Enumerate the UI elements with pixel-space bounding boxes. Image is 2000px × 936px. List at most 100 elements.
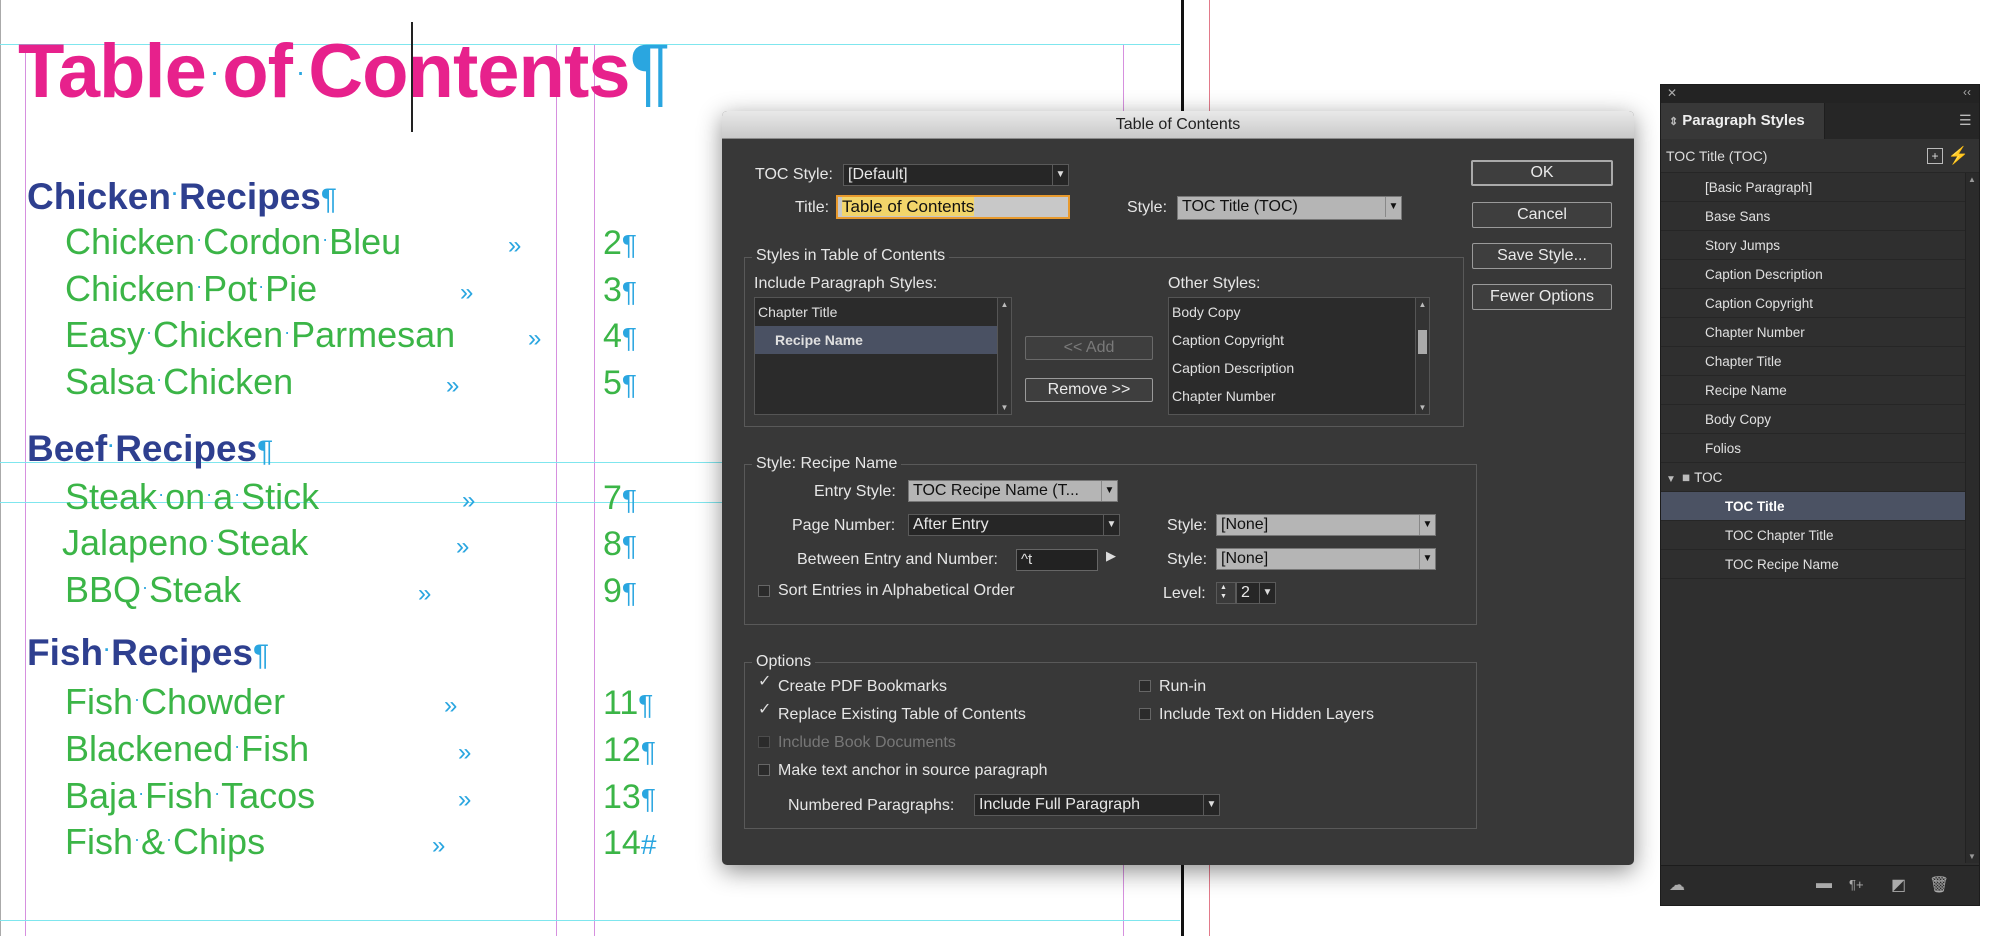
cloud-library-icon[interactable]: ☁ — [1669, 875, 1685, 895]
other-list-scrollbar[interactable]: ▲ ▼ — [1415, 298, 1429, 414]
include-hidden-layers-label[interactable]: Include Text on Hidden Layers — [1159, 706, 1374, 724]
toc-style-select[interactable]: [Default] ▼ — [843, 164, 1069, 186]
include-style-item[interactable]: Recipe Name — [755, 326, 1011, 354]
clear-overrides-icon[interactable]: ¶+ — [1849, 877, 1864, 892]
style-list-item[interactable]: TOC Recipe Name — [1661, 550, 1979, 579]
recipe-entry[interactable]: Salsa·Chicken — [65, 364, 293, 400]
replace-existing-label[interactable]: Replace Existing Table of Contents — [778, 706, 1026, 724]
recipe-entry[interactable]: Fish·Chowder — [65, 684, 285, 720]
page-number-style-select[interactable]: [None] ▼ — [1216, 514, 1436, 536]
make-text-anchor-label[interactable]: Make text anchor in source paragraph — [778, 762, 1047, 780]
page-number-select[interactable]: After Entry ▼ — [908, 514, 1120, 536]
other-style-item[interactable]: Body Copy — [1169, 298, 1429, 326]
fewer-options-button[interactable]: Fewer Options — [1472, 284, 1612, 310]
style-list-item[interactable]: Caption Copyright — [1661, 289, 1979, 318]
style-list-item[interactable]: [Basic Paragraph] — [1661, 173, 1979, 202]
scroll-down-icon[interactable]: ▼ — [1968, 852, 1976, 861]
ok-button[interactable]: OK — [1471, 160, 1613, 186]
scroll-up-icon[interactable]: ▲ — [1968, 175, 1976, 184]
add-button[interactable]: << Add — [1025, 336, 1153, 360]
panel-scrollbar[interactable]: ▲ ▼ — [1965, 173, 1979, 863]
level-stepper[interactable]: ▲ ▼ — [1216, 582, 1236, 604]
scroll-up-icon[interactable]: ▲ — [998, 300, 1011, 309]
other-style-item[interactable]: Chapter Number — [1169, 382, 1429, 410]
entry-style-select[interactable]: TOC Recipe Name (T... ▼ — [908, 480, 1118, 502]
scroll-up-icon[interactable]: ▲ — [1416, 300, 1429, 309]
style-group-toc[interactable]: ▼ ■ TOC — [1661, 463, 1979, 492]
title-style-select[interactable]: TOC Title (TOC) ▼ — [1177, 196, 1402, 220]
recipe-entry[interactable]: Fish·&·Chips — [65, 824, 265, 860]
sort-alpha-label[interactable]: Sort Entries in Alphabetical Order — [778, 582, 1015, 600]
cancel-button[interactable]: Cancel — [1472, 202, 1612, 228]
include-book-documents-checkbox[interactable] — [758, 736, 770, 748]
recipe-entry[interactable]: Baja·Fish·Tacos — [65, 778, 315, 814]
create-pdf-bookmarks-checkbox[interactable]: ✓ — [758, 674, 771, 690]
page-number[interactable]: 7¶ — [603, 481, 637, 515]
style-list-item[interactable]: Story Jumps — [1661, 231, 1979, 260]
level-select[interactable]: 2 ▼ — [1236, 582, 1276, 604]
between-input[interactable]: ^t — [1016, 549, 1098, 571]
style-list-item[interactable]: Folios — [1661, 434, 1979, 463]
section-heading[interactable]: Fish·Recipes¶ — [27, 634, 269, 671]
style-list-item[interactable]: Caption Description — [1661, 260, 1979, 289]
dialog-title[interactable]: Table of Contents — [722, 111, 1634, 139]
other-style-item[interactable]: Caption Description — [1169, 354, 1429, 382]
style-list-item[interactable]: Chapter Number — [1661, 318, 1979, 347]
close-icon[interactable]: ✕ — [1667, 86, 1677, 100]
special-char-arrow-icon[interactable]: ▶ — [1106, 548, 1116, 564]
recipe-entry[interactable]: Steak·on·a·Stick — [65, 479, 319, 515]
include-styles-list[interactable]: Chapter Title Recipe Name ▲ ▼ — [754, 297, 1012, 415]
make-text-anchor-checkbox[interactable] — [758, 764, 770, 776]
recipe-entry[interactable]: Blackened·Fish — [65, 731, 309, 767]
recipe-entry[interactable]: Chicken·Pot·Pie — [65, 271, 317, 307]
recipe-entry[interactable]: Jalapeno·Steak — [62, 525, 308, 561]
style-list-item[interactable]: Base Sans — [1661, 202, 1979, 231]
page-number[interactable]: 2¶ — [603, 226, 637, 260]
scroll-down-icon[interactable]: ▼ — [998, 403, 1011, 412]
section-heading[interactable]: Chicken·Recipes¶ — [27, 178, 337, 215]
remove-button[interactable]: Remove >> — [1025, 378, 1153, 402]
document-title[interactable]: Table ·of ·Contents¶ — [18, 34, 670, 110]
page-number[interactable]: 8¶ — [603, 527, 637, 561]
style-list-item[interactable]: Recipe Name — [1661, 376, 1979, 405]
run-in-checkbox[interactable] — [1139, 680, 1151, 692]
save-style-button[interactable]: Save Style... — [1472, 243, 1612, 269]
new-style-icon[interactable]: ◩ — [1891, 875, 1906, 895]
between-style-select[interactable]: [None] ▼ — [1216, 548, 1436, 570]
page-number[interactable]: 3¶ — [603, 273, 637, 307]
collapse-icon[interactable]: ‹‹ — [1963, 85, 1971, 99]
create-pdf-bookmarks-label[interactable]: Create PDF Bookmarks — [778, 678, 947, 696]
style-list-item[interactable]: Chapter Title — [1661, 347, 1979, 376]
include-hidden-layers-checkbox[interactable] — [1139, 708, 1151, 720]
lightning-icon[interactable]: ⚡ — [1948, 139, 1969, 173]
run-in-label[interactable]: Run-in — [1159, 678, 1206, 696]
page-number[interactable]: 14# — [603, 826, 656, 860]
numbered-paragraphs-select[interactable]: Include Full Paragraph ▼ — [974, 794, 1220, 816]
disclosure-triangle-icon[interactable]: ▼ — [1666, 474, 1676, 485]
other-style-item[interactable]: Caption Copyright — [1169, 326, 1429, 354]
replace-existing-checkbox[interactable]: ✓ — [758, 702, 771, 718]
panel-menu-icon[interactable]: ☰ — [1959, 113, 1973, 127]
page-number[interactable]: 5¶ — [603, 366, 637, 400]
create-style-from-selection-icon[interactable]: + — [1927, 148, 1943, 164]
recipe-entry[interactable]: BBQ·Steak — [65, 572, 241, 608]
include-style-item[interactable]: Chapter Title — [755, 298, 1011, 326]
recipe-entry[interactable]: Easy·Chicken·Parmesan — [65, 317, 455, 353]
scrollbar-thumb[interactable] — [1418, 330, 1427, 354]
title-input[interactable]: Table of Contents — [836, 195, 1070, 219]
style-list-item[interactable]: TOC Chapter Title — [1661, 521, 1979, 550]
style-list-item[interactable]: TOC Title — [1661, 492, 1979, 521]
include-book-documents-label[interactable]: Include Book Documents — [778, 734, 956, 752]
trash-icon[interactable]: 🗑 — [1929, 875, 1949, 895]
style-list-item[interactable]: Body Copy — [1661, 405, 1979, 434]
page-number[interactable]: 12¶ — [603, 733, 656, 767]
page-number[interactable]: 13¶ — [603, 780, 656, 814]
page-number[interactable]: 4¶ — [603, 319, 637, 353]
new-group-icon[interactable]: ▬ — [1816, 875, 1832, 893]
scroll-down-icon[interactable]: ▼ — [1416, 403, 1429, 412]
page-number[interactable]: 9¶ — [603, 574, 637, 608]
section-heading[interactable]: Beef·Recipes¶ — [27, 430, 273, 467]
recipe-entry[interactable]: Chicken·Cordon·Bleu — [65, 224, 401, 260]
tab-paragraph-styles[interactable]: ⇕ Paragraph Styles — [1661, 103, 1825, 139]
sort-alpha-checkbox[interactable] — [758, 585, 770, 597]
